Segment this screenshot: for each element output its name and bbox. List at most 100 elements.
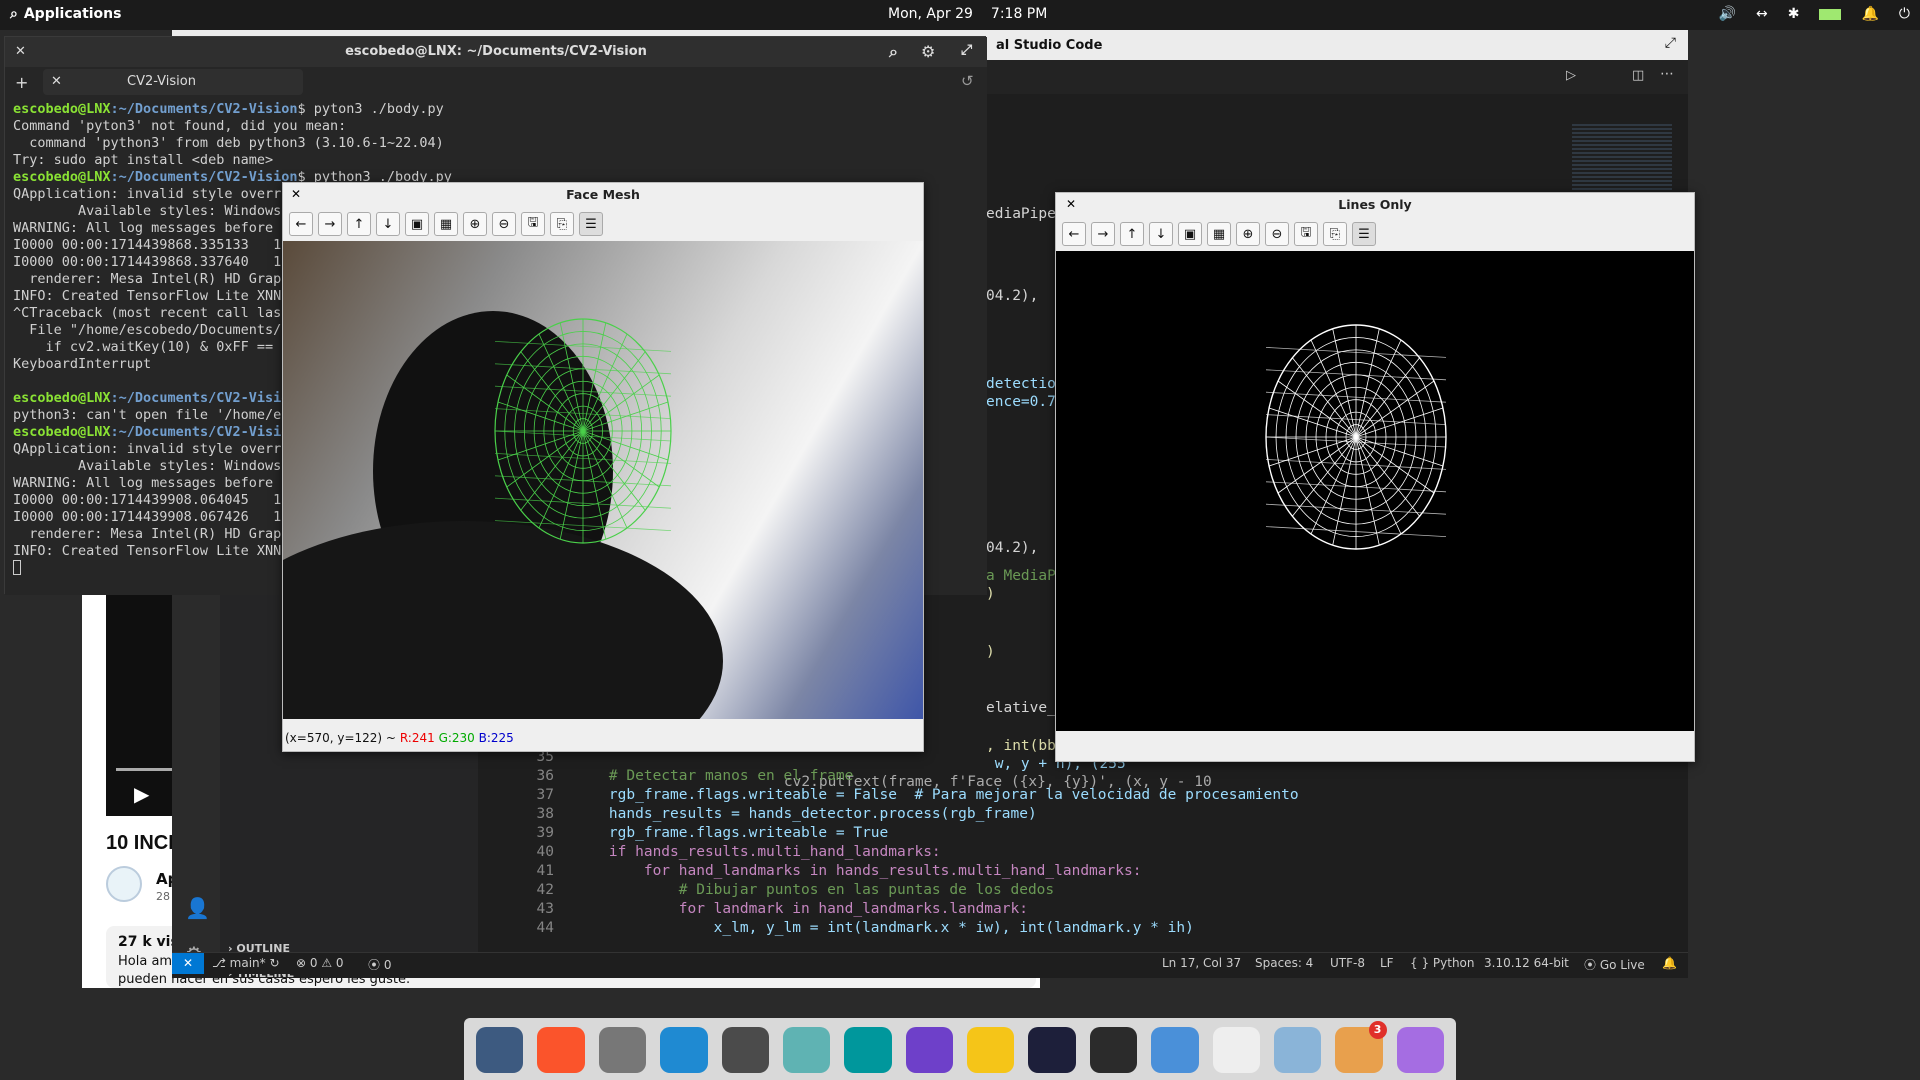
terminal-output-line: INFO: Created TensorFlow Lite XNNF — [13, 288, 290, 304]
terminal-output-line: I0000 00:00:1714439868.335133 10 — [13, 237, 290, 253]
tab-cv2-vision[interactable]: ✕ CV2-Vision — [43, 69, 303, 95]
terminal-output-line: I0000 00:00:1714439868.337640 10 — [13, 254, 290, 270]
channel-avatar[interactable] — [106, 866, 142, 902]
toggle-icon[interactable] — [1273, 1027, 1322, 1073]
pixel-status: (x=570, y=122) ~ R:241 G:230 B:225 — [285, 731, 514, 745]
terminal-output-line: INFO: Created TensorFlow Lite XNNF — [13, 543, 290, 559]
fullscreen-icon[interactable]: ⤢ — [961, 42, 972, 58]
zoom-original-icon[interactable]: ▣ — [405, 212, 429, 236]
power-icon[interactable]: ⏻ — [1899, 6, 1910, 22]
settings-icon[interactable]: ⚙ — [921, 42, 935, 61]
line-ending[interactable]: LF — [1380, 956, 1394, 970]
favorites-icon[interactable] — [1396, 1027, 1444, 1073]
video-progress[interactable] — [116, 768, 172, 771]
box-icon[interactable] — [782, 1027, 831, 1073]
terminal-titlebar: ✕ escobedo@LNX: ~/Documents/CV2-Vision ⌕… — [5, 37, 987, 67]
camera-frame[interactable] — [283, 241, 923, 719]
sublime-icon[interactable] — [721, 1027, 769, 1073]
face-wireframe — [1265, 324, 1447, 550]
terminal-output-line: QApplication: invalid style overri — [13, 441, 290, 457]
window-title: Lines Only — [1338, 197, 1412, 212]
branch-indicator[interactable]: ⎇ main* ↻ — [212, 956, 280, 970]
face-mesh-window: ✕ Face Mesh ← → ↑ ↓ ▣ ▦ ⊕ ⊖ 🖫 ⎘ ☰ (x=570… — [282, 182, 924, 752]
volume-icon[interactable]: 🔊 — [1719, 6, 1736, 22]
terminal-output-line: python3: can't open file '/home/es — [13, 407, 290, 423]
bing-icon[interactable] — [967, 1027, 1015, 1073]
pan-right-icon[interactable]: → — [1091, 222, 1115, 246]
terminal-output-line: I0000 00:00:1714439908.064045 10 — [13, 492, 290, 508]
new-tab-icon[interactable]: + — [15, 73, 28, 92]
video-player[interactable]: ▶ — [106, 590, 178, 816]
ports-indicator[interactable]: ⦿ 0 — [368, 956, 391, 973]
tasks-icon[interactable] — [1212, 1027, 1260, 1073]
zoom-fit-icon[interactable]: ▦ — [1207, 222, 1231, 246]
remote-indicator[interactable]: ✕ — [172, 953, 204, 974]
channel-subs: 28 — [156, 890, 170, 903]
appcenter-icon[interactable]: 3 — [1335, 1021, 1387, 1073]
mesh-canvas[interactable] — [1056, 251, 1694, 731]
terminal-output-line: I0000 00:00:1714439908.067426 11 — [13, 509, 290, 525]
notifications-bell-icon[interactable]: 🔔 — [1662, 956, 1677, 970]
applications-menu[interactable]: ⌕ Applications — [10, 6, 121, 22]
zoom-in-icon[interactable]: ⊕ — [1236, 222, 1260, 246]
zoom-in-icon[interactable]: ⊕ — [463, 212, 487, 236]
top-panel: ⌕ Applications Mon, Apr 29 7:18 PM 🔊 ↔ ✱… — [0, 0, 1920, 30]
properties-icon[interactable]: ☰ — [1352, 222, 1376, 246]
pan-down-icon[interactable]: ↓ — [1149, 222, 1173, 246]
shoulders — [283, 521, 723, 719]
gimp-icon[interactable] — [598, 1027, 647, 1073]
terminal-output-line: Try: sudo apt install <deb name> — [13, 152, 274, 168]
image-toolbar: ← → ↑ ↓ ▣ ▦ ⊕ ⊖ 🖫 ⎘ ☰ — [283, 207, 923, 241]
terminal-icon[interactable] — [1089, 1027, 1138, 1073]
problems-indicator[interactable]: ⊗ 0 ⚠ 0 — [296, 956, 344, 970]
search-icon[interactable]: ⌕ — [889, 42, 898, 62]
zoom-original-icon[interactable]: ▣ — [1178, 222, 1202, 246]
workspaces-icon[interactable] — [476, 1027, 524, 1073]
history-icon[interactable]: ↺ — [961, 72, 974, 90]
mesh-lines — [494, 319, 672, 543]
zoom-out-icon[interactable]: ⊖ — [492, 212, 516, 236]
terminal-output-line: Available styles: Windows, — [13, 458, 290, 474]
account-icon[interactable]: 👤 — [185, 896, 210, 920]
zoom-fit-icon[interactable]: ▦ — [434, 212, 458, 236]
date-label: Mon, Apr 29 — [888, 6, 973, 22]
window-title: Face Mesh — [566, 187, 640, 202]
terminal-prompt-line: escobedo@LNX:~/Documents/CV2-Vision$ pyt… — [13, 101, 444, 117]
encoding[interactable]: UTF-8 — [1330, 956, 1365, 970]
indentation[interactable]: Spaces: 4 — [1255, 956, 1313, 970]
cloud-icon[interactable] — [1028, 1027, 1076, 1073]
files-icon[interactable] — [1151, 1027, 1199, 1073]
terminal-output-line: KeyboardInterrupt — [13, 356, 152, 372]
clock[interactable]: Mon, Apr 29 7:18 PM — [888, 6, 1047, 22]
network-icon[interactable]: ↔ — [1756, 6, 1768, 22]
arduino-icon[interactable] — [844, 1027, 892, 1073]
save-icon[interactable]: 🖫 — [1294, 222, 1318, 246]
github-icon[interactable] — [905, 1027, 953, 1073]
bluetooth-icon[interactable]: ✱ — [1788, 6, 1800, 22]
copy-icon[interactable]: ⎘ — [550, 212, 574, 236]
vscode-icon[interactable] — [660, 1027, 708, 1073]
notifications-icon[interactable]: 🔔 — [1861, 6, 1878, 22]
interpreter[interactable]: 3.10.12 64-bit — [1484, 956, 1569, 970]
pan-left-icon[interactable]: ← — [289, 212, 313, 236]
language-mode[interactable]: { } Python — [1410, 956, 1475, 970]
terminal-output-line: QApplication: invalid style overri — [13, 186, 290, 202]
time-label: 7:18 PM — [990, 6, 1048, 22]
save-icon[interactable]: 🖫 — [521, 212, 545, 236]
pan-left-icon[interactable]: ← — [1062, 222, 1086, 246]
close-tab-icon[interactable]: ✕ — [51, 74, 62, 89]
pan-up-icon[interactable]: ↑ — [347, 212, 371, 236]
properties-icon[interactable]: ☰ — [579, 212, 603, 236]
go-live[interactable]: ⦿ Go Live — [1584, 956, 1645, 973]
battery-icon[interactable] — [1819, 8, 1842, 20]
zoom-out-icon[interactable]: ⊖ — [1265, 222, 1289, 246]
pan-down-icon[interactable]: ↓ — [376, 212, 400, 236]
brave-icon[interactable] — [537, 1027, 585, 1073]
pan-up-icon[interactable]: ↑ — [1120, 222, 1144, 246]
terminal-tabs: + ✕ CV2-Vision ↺ — [5, 67, 987, 97]
terminal-prompt-line: escobedo@LNX:~/Documents/CV2-Vision — [13, 424, 298, 440]
cursor-position[interactable]: Ln 17, Col 37 — [1162, 956, 1241, 970]
pan-right-icon[interactable]: → — [318, 212, 342, 236]
play-icon[interactable]: ▶ — [134, 782, 149, 806]
copy-icon[interactable]: ⎘ — [1323, 222, 1347, 246]
